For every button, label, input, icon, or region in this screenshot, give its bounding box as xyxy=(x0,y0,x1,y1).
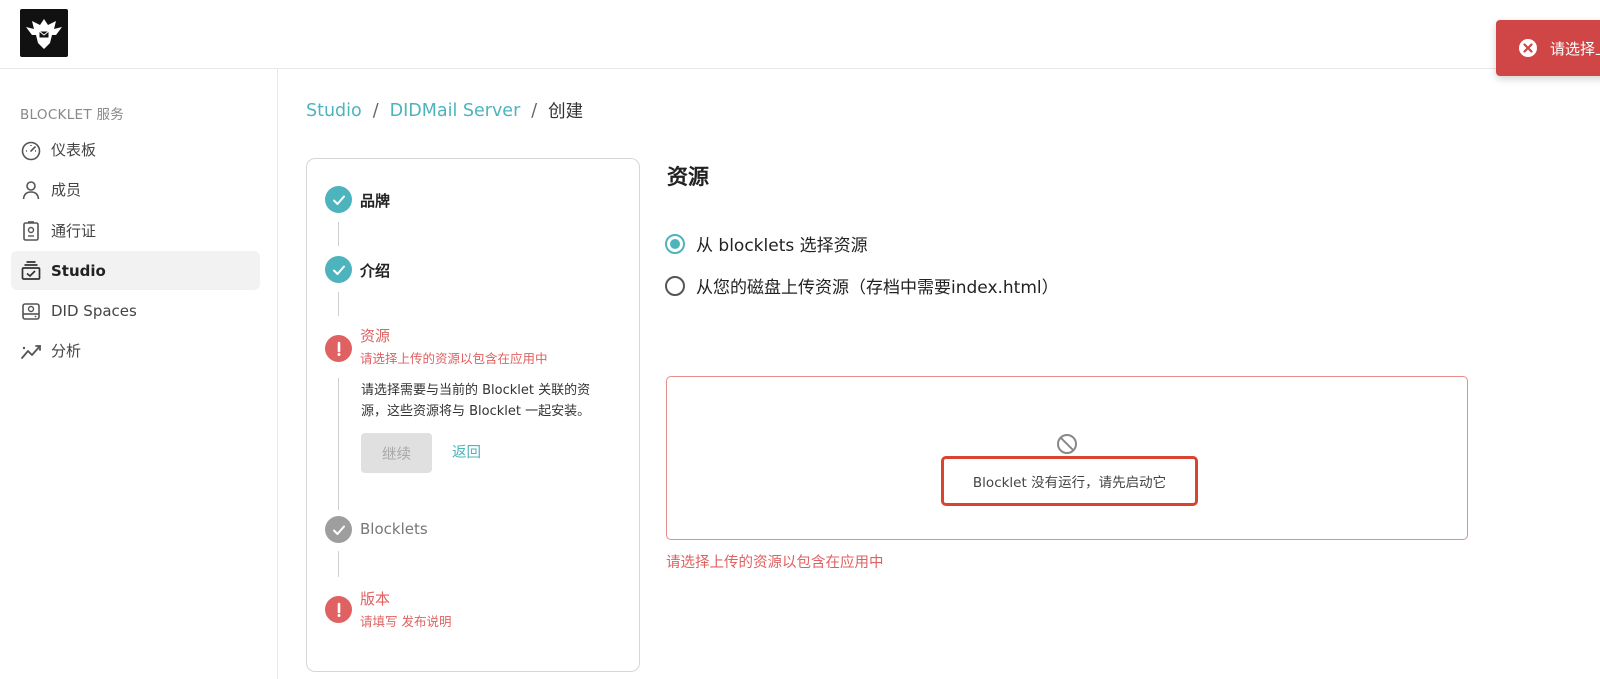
create-stepper: 品牌 介绍 资源 请选择上传的资源以包含在应用中 请选择需要与当前的 Block… xyxy=(306,158,640,672)
top-bar xyxy=(0,0,1600,69)
radio-button-selected[interactable] xyxy=(665,233,685,254)
back-button[interactable]: 返回 xyxy=(452,433,481,473)
sidebar-item-studio[interactable]: Studio xyxy=(11,251,260,290)
radio-button[interactable] xyxy=(665,275,685,296)
dashboard-icon xyxy=(21,141,41,161)
step-complete-icon xyxy=(325,256,352,283)
error-toast[interactable]: 请选择上传的资源以包含在应用中 xyxy=(1496,20,1600,76)
step-connector xyxy=(338,551,339,577)
step-error-message: 请填写 发布说明 xyxy=(360,614,452,629)
step-error-message: 请选择上传的资源以包含在应用中 xyxy=(360,351,548,366)
sidebar-item-analytics[interactable]: 分析 xyxy=(11,331,260,370)
sidebar-item-label: Studio xyxy=(51,261,106,280)
sidebar-item-label: 成员 xyxy=(51,181,82,199)
option-from-blocklets[interactable]: 从 blocklets 选择资源 xyxy=(665,231,868,256)
eagle-logo-icon xyxy=(26,19,62,49)
step-description: 请选择需要与当前的 Blocklet 关联的资源，这些资源将与 Blocklet… xyxy=(361,383,591,419)
breadcrumb-separator: / xyxy=(372,100,379,121)
sidebar-item-label: DID Spaces xyxy=(51,301,137,320)
check-icon xyxy=(332,195,345,205)
step-error-icon xyxy=(325,596,352,623)
sidebar-item-passport[interactable]: 通行证 xyxy=(11,211,260,250)
step-label-version[interactable]: 版本 xyxy=(360,588,390,609)
sidebar-item-dashboard[interactable]: 仪表板 xyxy=(11,130,260,169)
step-label-brand[interactable]: 品牌 xyxy=(360,190,390,211)
section-title: 资源 xyxy=(667,165,709,189)
check-icon xyxy=(332,265,345,275)
resource-selector-box: Blocklet 没有运行，请先启动它 xyxy=(666,376,1468,540)
storage-icon xyxy=(22,303,40,320)
toast-message: 请选择上传的资源以包含在应用中 xyxy=(1550,39,1600,58)
sidebar-item-label: 仪表板 xyxy=(51,141,97,159)
breadcrumb-link-studio[interactable]: Studio xyxy=(306,101,362,121)
ban-icon xyxy=(1057,434,1077,454)
analytics-icon xyxy=(21,345,41,359)
sidebar: BLOCKLET 服务 仪表板 成员 通行证 Studio DID Spaces… xyxy=(0,69,278,679)
step-label-blocklets[interactable]: Blocklets xyxy=(360,520,428,538)
resource-error-text: 请选择上传的资源以包含在应用中 xyxy=(666,555,884,571)
breadcrumb: Studio / DIDMail Server / 创建 xyxy=(306,98,583,123)
breadcrumb-current: 创建 xyxy=(548,102,584,122)
option-upload-from-disk[interactable]: 从您的磁盘上传资源（存档中需要index.html） xyxy=(665,273,1059,298)
sidebar-item-label: 通行证 xyxy=(51,222,97,240)
exclamation-icon xyxy=(337,602,340,617)
step-label-intro[interactable]: 介绍 xyxy=(360,260,390,281)
sidebar-item-did-spaces[interactable]: DID Spaces xyxy=(11,291,260,330)
continue-button[interactable]: 继续 xyxy=(361,433,432,473)
step-connector xyxy=(338,292,339,316)
step-pending-icon xyxy=(325,516,352,543)
option-label: 从您的磁盘上传资源（存档中需要index.html） xyxy=(696,278,1059,298)
close-circle-icon xyxy=(1519,39,1537,57)
step-label-resources[interactable]: 资源 xyxy=(360,325,390,346)
step-connector xyxy=(338,222,339,246)
breadcrumb-separator: / xyxy=(531,100,538,121)
breadcrumb-link-didmail-server[interactable]: DIDMail Server xyxy=(390,101,521,121)
blocklet-not-running-message: Blocklet 没有运行，请先启动它 xyxy=(941,456,1198,506)
sidebar-item-label: 分析 xyxy=(51,342,82,360)
sidebar-section-title: BLOCKLET 服务 xyxy=(20,107,125,123)
step-complete-icon xyxy=(325,186,352,213)
step-error-icon xyxy=(325,335,352,362)
sidebar-item-members[interactable]: 成员 xyxy=(11,170,260,209)
passport-icon xyxy=(23,221,39,241)
exclamation-icon xyxy=(337,341,340,356)
step-connector xyxy=(338,378,339,510)
person-icon xyxy=(22,181,40,200)
option-label: 从 blocklets 选择资源 xyxy=(696,236,868,256)
check-icon xyxy=(332,525,345,535)
app-logo[interactable] xyxy=(20,9,68,57)
studio-icon xyxy=(21,261,41,280)
